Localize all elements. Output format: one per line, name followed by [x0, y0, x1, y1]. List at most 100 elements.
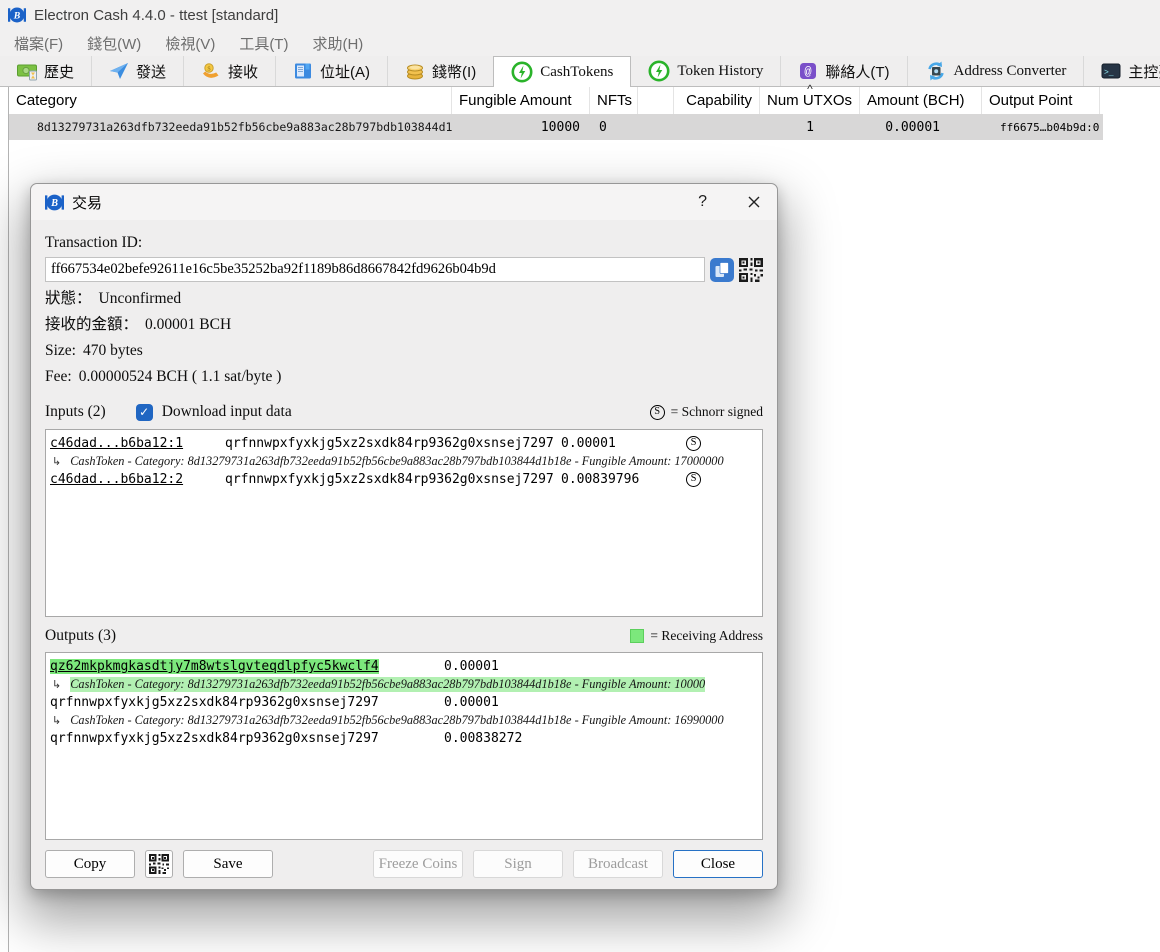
tab-send[interactable]: 發送 [92, 56, 184, 86]
tree-arrow-icon: ↳ [52, 714, 61, 727]
close-button[interactable]: Close [673, 850, 763, 878]
contacts-icon: @ [798, 61, 818, 81]
tab-receive[interactable]: $ 接收 [184, 56, 276, 86]
dialog-body: Transaction ID: 狀態： Unconfirmed 接收的金額： 0… [31, 220, 777, 878]
fee-value: 0.00000524 BCH ( 1.1 sat/byte ) [79, 368, 282, 386]
tab-history[interactable]: 歷史 [0, 56, 92, 86]
receiving-address-legend: = Receiving Address [630, 628, 763, 644]
download-input-data-checkbox[interactable]: ✓ [136, 404, 153, 421]
send-icon [109, 61, 129, 81]
transaction-dialog: B 交易 ? Transaction ID: [30, 183, 778, 890]
tab-address-converter[interactable]: Address Converter [908, 56, 1085, 86]
size-line: Size: 470 bytes [45, 342, 763, 360]
save-button[interactable]: Save [183, 850, 273, 878]
column-header-amount-bch[interactable]: Amount (BCH) [860, 87, 982, 114]
qr-button[interactable] [145, 850, 173, 878]
token-history-icon [648, 60, 670, 82]
column-header-capability[interactable]: Capability [674, 87, 760, 114]
copy-button[interactable]: Copy [45, 850, 135, 878]
status-label: 狀態： [45, 290, 92, 308]
svg-text:>_: >_ [1104, 69, 1114, 78]
dialog-titlebar: B 交易 ? [31, 184, 777, 220]
cell-num-utxos: 1 [806, 120, 814, 135]
tab-coins[interactable]: 錢幣(I) [388, 56, 494, 86]
close-icon [747, 195, 761, 209]
table-header-row: Category Fungible Amount NFTs Capability… [9, 87, 1103, 114]
amount-label: 接收的金額： [45, 316, 138, 334]
tab-token-history[interactable]: Token History [631, 56, 781, 86]
qr-code-icon[interactable] [739, 258, 763, 282]
size-value: 470 bytes [83, 342, 143, 360]
tab-contacts[interactable]: @ 聯絡人(T) [781, 56, 907, 86]
menu-tools[interactable]: 工具(T) [227, 30, 300, 56]
dialog-close-button[interactable] [745, 193, 763, 211]
address-converter-icon [925, 60, 947, 82]
download-input-data-label[interactable]: Download input data [162, 403, 292, 421]
tab-console[interactable]: >_ 主控臺(S) [1084, 56, 1160, 86]
menu-file[interactable]: 檔案(F) [2, 30, 75, 56]
output-address: qrfnnwpxfyxkjg5xz2sxdk84rp9362g0xsnsej72… [50, 695, 444, 710]
tree-arrow-icon: ↳ [52, 455, 61, 468]
receiving-address-color-swatch [630, 629, 644, 643]
table-row[interactable]: 8d13279731a263dfb732eeda91b52fb56cbe9a88… [9, 114, 1103, 140]
category-hash: 8d13279731a263dfb732eeda91b52fb56cbe9a88… [37, 120, 452, 134]
menu-view[interactable]: 檢視(V) [153, 30, 227, 56]
column-header-spacer [638, 87, 674, 114]
cell-amount-bch: 0.00001 [885, 120, 982, 135]
input-outpoint-link[interactable]: c46dad...b6ba12:2 [50, 472, 225, 487]
column-header-fungible-amount[interactable]: Fungible Amount [452, 87, 590, 114]
menu-wallet[interactable]: 錢包(W) [75, 30, 153, 56]
receive-icon: $ [201, 61, 221, 81]
output-row: qrfnnwpxfyxkjg5xz2sxdk84rp9362g0xsnsej72… [50, 729, 758, 748]
cell-output-point: ff6675…b04b9d:0 [982, 121, 1100, 134]
input-address: qrfnnwpxfyxkjg5xz2sxdk84rp9362g0xsnsej72… [225, 472, 561, 487]
dialog-help-button[interactable]: ? [698, 193, 707, 211]
output-address: qrfnnwpxfyxkjg5xz2sxdk84rp9362g0xsnsej72… [50, 731, 444, 746]
window-title: Electron Cash 4.4.0 - ttest [standard] [34, 7, 278, 24]
tab-addresses[interactable]: 位址(A) [276, 56, 388, 86]
output-address-receiving[interactable]: qz62mkpkmgkasdtjy7m8wtslgvteqdlpfyc5kwcl… [50, 659, 379, 674]
tab-console-label: 主控臺(S) [1128, 61, 1160, 82]
inputs-count-label: Inputs (2) [45, 403, 106, 421]
inputs-list[interactable]: c46dad...b6ba12:1 qrfnnwpxfyxkjg5xz2sxdk… [45, 429, 763, 617]
tab-history-label: 歷史 [44, 61, 74, 82]
input-amount: 0.00839796 [561, 472, 686, 487]
tab-coins-label: 錢幣(I) [432, 61, 476, 82]
tree-arrow-icon: ↳ [52, 678, 61, 691]
schnorr-legend-text: = Schnorr signed [671, 404, 763, 420]
tab-contacts-label: 聯絡人(T) [825, 61, 889, 82]
cashtokens-icon [511, 61, 533, 83]
cell-fungible-amount: 10000 [541, 120, 590, 135]
sign-button: Sign [473, 850, 563, 878]
output-row: qrfnnwpxfyxkjg5xz2sxdk84rp9362g0xsnsej72… [50, 693, 758, 712]
dialog-button-row: Copy Save Freeze Coins Sign Broadcast Cl… [45, 850, 763, 878]
menu-help[interactable]: 求助(H) [300, 30, 375, 56]
svg-text:B: B [13, 10, 21, 21]
output-token-text: CashToken - Category: 8d13279731a263dfb7… [70, 713, 723, 728]
receiving-legend-text: = Receiving Address [650, 628, 763, 644]
outputs-list[interactable]: qz62mkpkmgkasdtjy7m8wtslgvteqdlpfyc5kwcl… [45, 652, 763, 840]
txid-input[interactable] [45, 257, 705, 282]
fee-label: Fee: [45, 368, 72, 386]
input-token-text: CashToken - Category: 8d13279731a263dfb7… [70, 454, 723, 469]
fee-line: Fee: 0.00000524 BCH ( 1.1 sat/byte ) [45, 368, 763, 386]
copy-icon[interactable] [710, 258, 734, 282]
tab-cashtokens[interactable]: CashTokens [493, 56, 631, 87]
output-amount: 0.00001 [444, 695, 499, 710]
size-label: Size: [45, 342, 76, 360]
tab-address-converter-label: Address Converter [954, 63, 1067, 80]
tab-cashtokens-label: CashTokens [540, 64, 613, 81]
outputs-count-label: Outputs (3) [45, 627, 116, 645]
schnorr-signed-icon: S [686, 436, 701, 451]
output-token-text: CashToken - Category: 8d13279731a263dfb7… [70, 677, 705, 692]
schnorr-signed-icon: S [650, 405, 665, 420]
input-outpoint-link[interactable]: c46dad...b6ba12:1 [50, 436, 225, 451]
dialog-app-icon: B [45, 193, 64, 212]
status-value: Unconfirmed [99, 290, 182, 308]
column-header-category[interactable]: Category [9, 87, 452, 114]
coins-icon [405, 61, 425, 81]
column-header-nfts[interactable]: NFTs [590, 87, 638, 114]
tab-addresses-label: 位址(A) [320, 61, 370, 82]
column-header-output-point[interactable]: Output Point [982, 87, 1100, 114]
freeze-coins-button: Freeze Coins [373, 850, 463, 878]
